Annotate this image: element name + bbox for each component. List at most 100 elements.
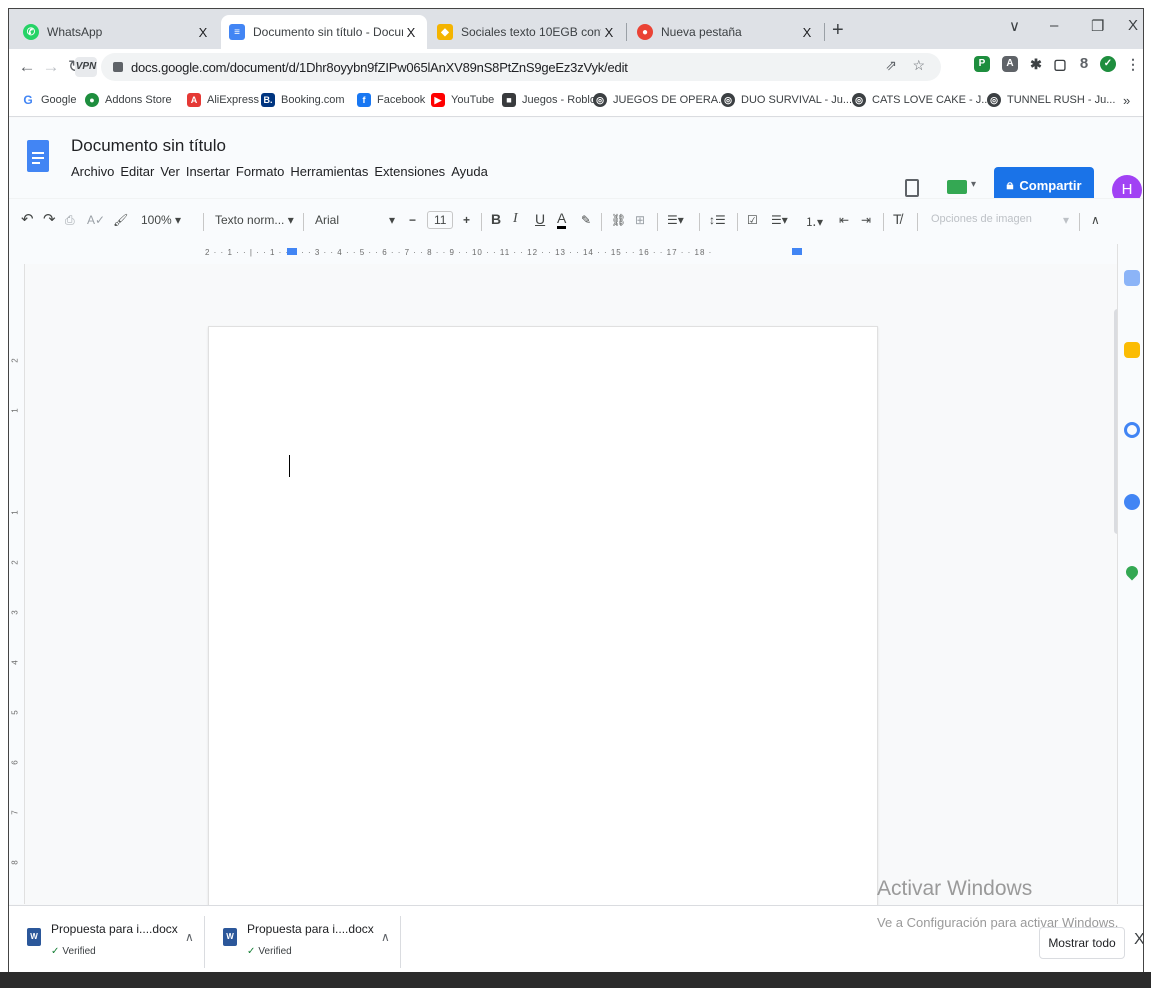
- download-bar-close-button[interactable]: X: [1134, 931, 1143, 949]
- add-comment-icon[interactable]: ⊞: [635, 213, 645, 227]
- tab-nueva-pestana[interactable]: ● Nueva pestaña X: [629, 15, 823, 49]
- bookmark-addons-store[interactable]: ● Addons Store: [85, 93, 172, 107]
- browser-menu-icon[interactable]: ⋮: [1125, 56, 1141, 72]
- paint-format-icon[interactable]: 🖌︎: [113, 213, 128, 227]
- redo-icon[interactable]: ↷: [43, 210, 56, 228]
- tab-close-button[interactable]: X: [601, 25, 617, 40]
- menu-ayuda[interactable]: Ayuda: [451, 164, 488, 179]
- comments-icon[interactable]: [905, 179, 919, 197]
- increase-indent-icon[interactable]: ⇥: [861, 213, 871, 227]
- bulleted-list-icon[interactable]: ☰▾: [771, 213, 788, 227]
- decrease-indent-icon[interactable]: ⇤: [839, 213, 849, 227]
- image-options-dropdown-icon[interactable]: ▾: [1063, 213, 1069, 227]
- bookmark-tunnel-rush[interactable]: ◎ TUNNEL RUSH - Ju...: [987, 93, 1115, 107]
- maps-icon[interactable]: [1123, 563, 1141, 581]
- bookmark-facebook[interactable]: f Facebook: [357, 93, 425, 107]
- document-title[interactable]: Documento sin título: [71, 136, 226, 156]
- font-size-input[interactable]: 11: [427, 211, 454, 229]
- bookmark-booking[interactable]: B. Booking.com: [261, 93, 345, 107]
- download-menu-chevron-icon[interactable]: ∧: [381, 930, 390, 944]
- bookmark-roblox[interactable]: ■ Juegos - Roblox: [502, 93, 602, 107]
- back-arrow-icon[interactable]: ←: [15, 57, 39, 77]
- tab-docs[interactable]: ≡ Documento sin título - Documen X: [221, 15, 427, 49]
- style-select[interactable]: Texto norm... ▾: [215, 213, 294, 227]
- text-color-button[interactable]: A: [557, 210, 567, 229]
- image-options-button[interactable]: Opciones de imagen: [931, 213, 1032, 225]
- bold-button[interactable]: B: [491, 211, 501, 227]
- contacts-icon[interactable]: [1124, 494, 1140, 510]
- menu-editar[interactable]: Editar: [120, 164, 154, 179]
- keep-icon[interactable]: [1124, 342, 1140, 358]
- clear-formatting-icon[interactable]: T̸: [893, 211, 902, 227]
- italic-button[interactable]: I: [513, 211, 518, 227]
- tab-search-button[interactable]: ∨: [1009, 17, 1020, 35]
- profile-icon[interactable]: 8: [1076, 56, 1092, 72]
- activate-windows-title: Activar Windows: [877, 877, 1033, 900]
- new-tab-button[interactable]: +: [832, 19, 844, 42]
- link-icon[interactable]: ⛓︎: [611, 213, 626, 227]
- right-indent-marker[interactable]: [792, 248, 802, 255]
- calendar-icon[interactable]: [1124, 270, 1140, 286]
- vertical-ruler-mark: 1: [10, 408, 20, 413]
- show-all-downloads-button[interactable]: Mostrar todo: [1039, 927, 1125, 959]
- horizontal-ruler[interactable]: 2 · · 1 · · | · · 1 · · 2 · · 3 · · 4 · …: [9, 244, 1117, 264]
- highlight-icon[interactable]: ✎: [581, 213, 591, 227]
- extension-shield-icon[interactable]: ✓: [1100, 56, 1116, 72]
- bookmark-star-icon[interactable]: ☆: [912, 57, 925, 74]
- font-size-decrease-button[interactable]: −: [409, 213, 416, 227]
- meet-icon[interactable]: [947, 180, 967, 194]
- print-icon[interactable]: ⎙: [65, 213, 75, 228]
- side-panel-icon[interactable]: ▢: [1052, 56, 1068, 72]
- meet-dropdown-icon[interactable]: ▾: [971, 179, 976, 190]
- bookmark-aliexpress[interactable]: A AliExpress: [187, 93, 259, 107]
- share-page-icon[interactable]: ⇗: [885, 57, 897, 74]
- omnibox[interactable]: VPN docs.google.com/document/d/1Dhr8oyyb…: [75, 53, 941, 81]
- undo-icon[interactable]: ↶: [21, 210, 34, 228]
- left-indent-marker[interactable]: [287, 248, 297, 255]
- tab-close-button[interactable]: X: [403, 25, 419, 40]
- font-size-increase-button[interactable]: +: [463, 213, 470, 227]
- numbered-list-icon[interactable]: ⒈▾: [805, 213, 823, 230]
- docs-logo-icon[interactable]: [27, 140, 49, 172]
- menu-archivo[interactable]: Archivo: [71, 164, 114, 179]
- url-text[interactable]: docs.google.com/document/d/1Dhr8oyybn9fZ…: [131, 60, 628, 75]
- minimize-button[interactable]: –: [1050, 17, 1058, 34]
- download-item[interactable]: W Propuesta para i....docx ✓ Verified ∧: [209, 916, 401, 968]
- bookmarks-overflow-button[interactable]: »: [1123, 93, 1130, 108]
- menu-formato[interactable]: Formato: [236, 164, 284, 179]
- font-select[interactable]: Arial: [315, 213, 339, 227]
- font-dropdown-icon[interactable]: ▾: [389, 213, 395, 227]
- align-icon[interactable]: ☰▾: [667, 213, 684, 227]
- menu-insertar[interactable]: Insertar: [186, 164, 230, 179]
- bookmark-youtube[interactable]: ▶ YouTube: [431, 93, 494, 107]
- window-close-button[interactable]: X: [1128, 17, 1138, 34]
- menu-extensiones[interactable]: Extensiones: [374, 164, 445, 179]
- zoom-select[interactable]: 100% ▾: [141, 213, 181, 227]
- spellcheck-icon[interactable]: A✓: [87, 213, 105, 227]
- forward-arrow-icon[interactable]: →: [39, 57, 63, 77]
- underline-button[interactable]: U: [535, 211, 545, 227]
- tab-sociales[interactable]: ◆ Sociales texto 10EGB contport X: [429, 15, 625, 49]
- checklist-icon[interactable]: ☑: [747, 213, 758, 227]
- tab-close-button[interactable]: X: [195, 25, 211, 40]
- tasks-icon[interactable]: [1124, 422, 1140, 438]
- tab-close-button[interactable]: X: [799, 25, 815, 40]
- line-spacing-icon[interactable]: ↕☰: [709, 213, 726, 227]
- extensions-puzzle-icon[interactable]: ✱: [1028, 56, 1044, 72]
- bookmark-juegos-opera[interactable]: ◎ JUEGOS DE OPERA...: [593, 93, 727, 107]
- menu-herramientas[interactable]: Herramientas: [290, 164, 368, 179]
- bookmark-cats-love-cake[interactable]: ◎ CATS LOVE CAKE - J...: [852, 93, 990, 107]
- bookmark-google[interactable]: G Google: [21, 93, 76, 107]
- document-page[interactable]: [208, 326, 878, 926]
- extension-p-icon[interactable]: P: [974, 56, 990, 72]
- lock-icon[interactable]: [113, 62, 123, 72]
- download-menu-chevron-icon[interactable]: ∧: [185, 930, 194, 944]
- bookmark-duo-survival[interactable]: ◎ DUO SURVIVAL - Ju...: [721, 93, 852, 107]
- download-item[interactable]: W Propuesta para i....docx ✓ Verified ∧: [13, 916, 205, 968]
- restore-button[interactable]: ❐: [1091, 17, 1104, 35]
- menu-ver[interactable]: Ver: [160, 164, 180, 179]
- tab-whatsapp[interactable]: ✆ WhatsApp X: [15, 15, 219, 49]
- collapse-menus-icon[interactable]: ∧: [1091, 213, 1100, 227]
- vpn-badge[interactable]: VPN: [75, 57, 97, 77]
- extension-a-icon[interactable]: A: [1002, 56, 1018, 72]
